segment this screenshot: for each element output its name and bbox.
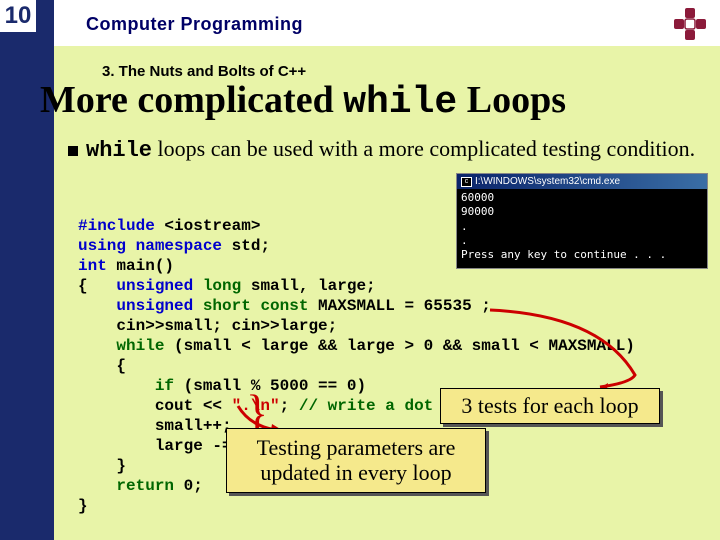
title-post: Loops (457, 79, 566, 121)
callout-params-line1: Testing parameters are (257, 435, 456, 460)
bullet-marker-icon (68, 146, 78, 156)
callout-params: Testing parameters are updated in every … (226, 428, 486, 493)
bullet-item: while loops can be used with a more comp… (60, 136, 700, 164)
university-logo-icon (672, 6, 708, 42)
page-number: 10 (0, 0, 36, 32)
title-code: while (343, 81, 457, 124)
content-area: while loops can be used with a more comp… (60, 136, 700, 164)
cmd-title-text: I:\WINDOWS\system32\cmd.exe (475, 176, 620, 187)
course-title: Computer Programming (86, 14, 303, 35)
bullet-text: while loops can be used with a more comp… (86, 136, 700, 164)
callout-params-line2: updated in every loop (260, 460, 451, 485)
cmd-icon: c (461, 177, 472, 187)
cmd-titlebar: c I:\WINDOWS\system32\cmd.exe (457, 174, 707, 189)
bullet-code: while (86, 138, 152, 163)
title-pre: More complicated (40, 79, 343, 121)
slide-title: More complicated while Loops (40, 78, 566, 124)
callout-tests: 3 tests for each loop (440, 388, 660, 424)
bullet-rest: loops can be used with a more complicate… (152, 136, 695, 161)
